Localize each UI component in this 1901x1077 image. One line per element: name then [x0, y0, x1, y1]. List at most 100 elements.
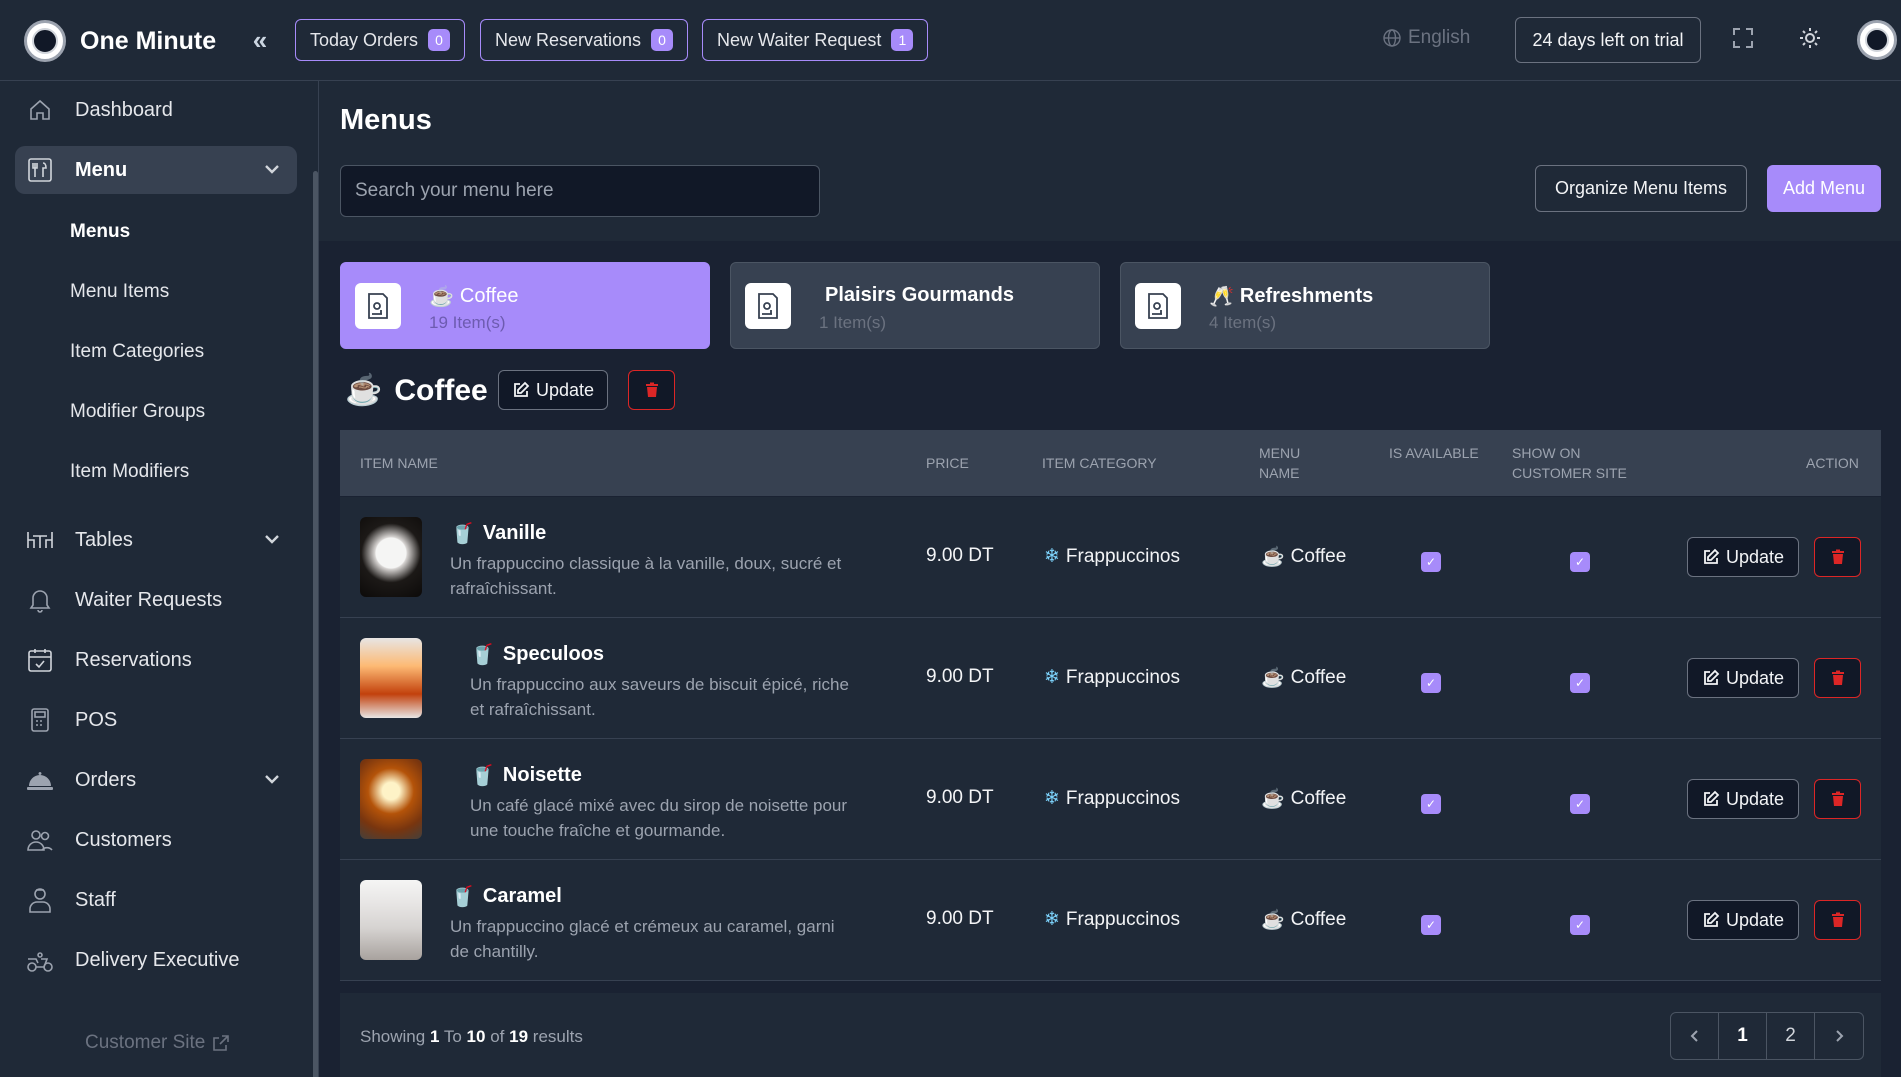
- sidebar-scrollbar[interactable]: [313, 171, 318, 1077]
- item-price: 9.00 DT: [926, 908, 994, 929]
- main-header-panel: [319, 81, 1901, 241]
- top-bar: One Minute « Today Orders 0 New Reservat…: [0, 0, 1901, 81]
- globe-icon: [1383, 29, 1401, 47]
- is-available-checkbox[interactable]: ✓: [1421, 794, 1441, 814]
- sidebar-sub-menu-items[interactable]: Menu Items: [70, 281, 169, 303]
- language-label: English: [1408, 27, 1471, 48]
- table-row[interactable]: 🥤 Caramel Un frappuccino glacé et crémeux…: [340, 860, 1881, 981]
- update-item-button[interactable]: Update: [1687, 900, 1799, 940]
- menu-card-refreshments[interactable]: 🥂 Refreshments 4 Item(s): [1120, 262, 1490, 349]
- item-image: [360, 638, 422, 718]
- trash-icon: [1831, 670, 1844, 685]
- delete-item-button[interactable]: [1814, 779, 1861, 819]
- item-name: Noisette: [502, 764, 582, 786]
- menu-emoji-icon: ☕: [429, 286, 454, 308]
- sidebar-item-pos[interactable]: POS: [15, 696, 297, 744]
- item-description: Un frappuccino glacé et crémeux au caram…: [450, 917, 835, 961]
- delete-menu-button[interactable]: [628, 370, 675, 410]
- item-price: 9.00 DT: [926, 666, 994, 687]
- user-avatar[interactable]: [1857, 20, 1897, 60]
- new-reservations-button[interactable]: New Reservations 0: [480, 19, 689, 61]
- table-row[interactable]: 🥤 Vanille Un frappuccino classique à la v…: [340, 497, 1881, 618]
- show-on-site-checkbox[interactable]: ✓: [1570, 673, 1590, 693]
- item-menu-name: Coffee: [1290, 667, 1347, 688]
- home-icon: [25, 95, 55, 125]
- show-on-site-checkbox[interactable]: ✓: [1570, 552, 1590, 572]
- customer-site-link[interactable]: Customer Site: [85, 1032, 231, 1054]
- item-image: [360, 759, 422, 839]
- menu-card-coffee[interactable]: ☕ Coffee 19 Item(s): [340, 262, 710, 349]
- new-reservations-count: 0: [651, 29, 674, 51]
- add-menu-button[interactable]: Add Menu: [1767, 165, 1881, 212]
- menu-emoji-icon: 🥂: [1209, 286, 1234, 308]
- sidebar-item-customers[interactable]: Customers: [15, 816, 297, 864]
- sidebar-item-menu[interactable]: Menu: [15, 146, 297, 194]
- coffee-emoji-icon: ☕: [1261, 547, 1285, 568]
- sidebar-item-waiter-requests[interactable]: Waiter Requests: [15, 576, 297, 624]
- menu-document-icon: [745, 283, 791, 329]
- page-button-2[interactable]: 2: [1767, 1013, 1815, 1059]
- theme-toggle-icon[interactable]: [1799, 27, 1821, 54]
- search-input[interactable]: [340, 165, 820, 217]
- delete-item-button[interactable]: [1814, 900, 1861, 940]
- section-title-text: Coffee: [394, 373, 488, 407]
- prev-page-button[interactable]: [1671, 1013, 1719, 1059]
- menu-card-name: Refreshments: [1239, 285, 1374, 307]
- edit-icon: [1704, 548, 1720, 564]
- next-page-button[interactable]: [1815, 1013, 1863, 1059]
- sidebar-item-staff[interactable]: Staff: [15, 876, 297, 924]
- language-selector[interactable]: English: [1382, 27, 1470, 49]
- collapse-sidebar-icon[interactable]: «: [244, 24, 276, 56]
- delete-item-button[interactable]: [1814, 537, 1861, 577]
- sidebar-sub-item-modifiers[interactable]: Item Modifiers: [70, 461, 189, 483]
- new-waiter-request-button[interactable]: New Waiter Request 1: [702, 19, 929, 61]
- brand-logo[interactable]: [24, 20, 66, 62]
- drink-icon: 🥤: [470, 765, 495, 787]
- menu-document-icon: [1135, 283, 1181, 329]
- page-button-1[interactable]: 1: [1719, 1013, 1767, 1059]
- update-item-button[interactable]: Update: [1687, 658, 1799, 698]
- edit-icon: [1704, 790, 1720, 806]
- is-available-checkbox[interactable]: ✓: [1421, 915, 1441, 935]
- menu-document-icon: [355, 283, 401, 329]
- table-row[interactable]: 🥤 Speculoos Un frappuccino aux saveurs de…: [340, 618, 1881, 739]
- item-price: 9.00 DT: [926, 787, 994, 808]
- table-row[interactable]: 🥤 Noisette Un café glacé mixé avec du sir…: [340, 739, 1881, 860]
- update-item-button[interactable]: Update: [1687, 779, 1799, 819]
- table-icon: [25, 525, 55, 555]
- edit-icon: [1704, 669, 1720, 685]
- item-name: Speculoos: [502, 643, 605, 665]
- update-menu-button[interactable]: Update: [498, 370, 608, 410]
- update-item-button[interactable]: Update: [1687, 537, 1799, 577]
- sidebar-item-label: Delivery Executive: [75, 948, 240, 971]
- sidebar-sub-menus[interactable]: Menus: [70, 221, 130, 243]
- sidebar-item-delivery-executive[interactable]: Delivery Executive: [15, 936, 297, 984]
- sidebar-item-label: Menu: [75, 158, 128, 181]
- today-orders-button[interactable]: Today Orders 0: [295, 19, 466, 61]
- sidebar-item-tables[interactable]: Tables: [15, 516, 297, 564]
- coffee-emoji-icon: ☕: [1261, 910, 1285, 931]
- menu-card-plaisirs-gourmands[interactable]: Plaisirs Gourmands 1 Item(s): [730, 262, 1100, 349]
- item-price: 9.00 DT: [926, 545, 994, 566]
- menu-card-name: Plaisirs Gourmands: [825, 284, 1014, 306]
- sidebar-sub-modifier-groups[interactable]: Modifier Groups: [70, 401, 205, 423]
- is-available-checkbox[interactable]: ✓: [1421, 552, 1441, 572]
- delete-item-button[interactable]: [1814, 658, 1861, 698]
- organize-menu-items-button[interactable]: Organize Menu Items: [1535, 165, 1747, 212]
- trash-icon: [1831, 791, 1844, 806]
- column-header: Price: [926, 455, 969, 471]
- trash-icon: [1831, 912, 1844, 927]
- fullscreen-icon[interactable]: [1732, 27, 1754, 54]
- sidebar-item-reservations[interactable]: Reservations: [15, 636, 297, 684]
- item-description: Un frappuccino aux saveurs de biscuit ép…: [470, 675, 849, 719]
- item-menu-name: Coffee: [1290, 546, 1347, 567]
- show-on-site-checkbox[interactable]: ✓: [1570, 915, 1590, 935]
- sidebar-item-label: Reservations: [75, 648, 192, 671]
- sidebar-sub-item-categories[interactable]: Item Categories: [70, 341, 204, 363]
- is-available-checkbox[interactable]: ✓: [1421, 673, 1441, 693]
- show-on-site-checkbox[interactable]: ✓: [1570, 794, 1590, 814]
- trial-badge[interactable]: 24 days left on trial: [1515, 17, 1701, 63]
- column-header: Item Category: [1042, 455, 1157, 471]
- sidebar-item-orders[interactable]: Orders: [15, 756, 297, 804]
- sidebar-item-dashboard[interactable]: Dashboard: [15, 86, 297, 134]
